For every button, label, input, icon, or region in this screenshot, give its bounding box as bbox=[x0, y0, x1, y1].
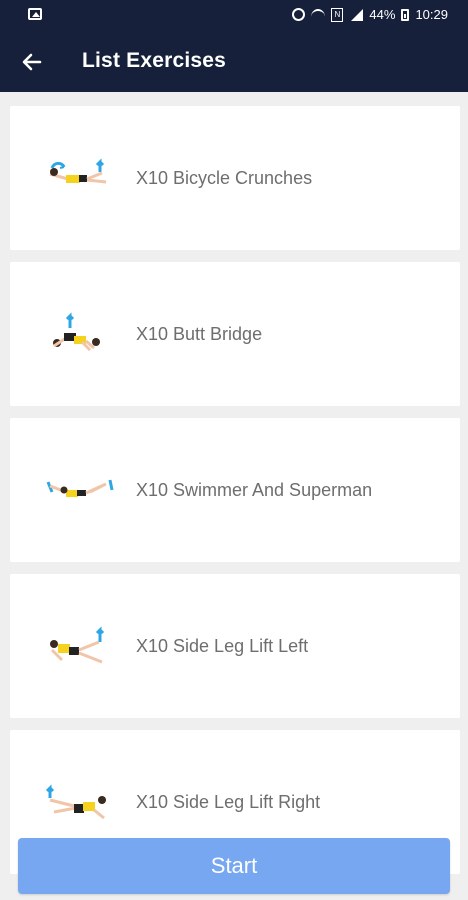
exercise-card-bicycle-crunches[interactable]: X10 Bicycle Crunches bbox=[10, 106, 460, 250]
exercise-label: X10 Side Leg Lift Right bbox=[136, 792, 321, 812]
start-button[interactable]: Start bbox=[18, 838, 450, 894]
wifi-icon bbox=[311, 8, 326, 21]
exercise-card-swimmer-superman[interactable]: X10 Swimmer And Superman bbox=[10, 418, 460, 562]
side-leg-lift-left-illustration bbox=[44, 620, 116, 672]
butt-bridge-illustration bbox=[44, 308, 116, 360]
battery-percent: 44% bbox=[369, 7, 396, 22]
status-icons: N 44% 10:29 bbox=[292, 7, 448, 22]
exercise-label: X10 Butt Bridge bbox=[136, 324, 263, 344]
exercise-card-side-leg-lift-left[interactable]: X10 Side Leg Lift Left bbox=[10, 574, 460, 718]
bicycle-crunches-illustration bbox=[44, 152, 116, 204]
alarm-icon bbox=[292, 8, 306, 21]
back-arrow-icon[interactable] bbox=[20, 50, 44, 74]
clock: 10:29 bbox=[415, 7, 448, 22]
battery-icon bbox=[401, 8, 410, 21]
image-icon bbox=[28, 8, 42, 20]
swimmer-superman-illustration bbox=[44, 464, 116, 516]
side-leg-lift-right-illustration bbox=[44, 776, 116, 828]
exercise-label: X10 Bicycle Crunches bbox=[136, 168, 313, 188]
app-bar: List Exercises bbox=[0, 32, 468, 92]
exercise-card-butt-bridge[interactable]: X10 Butt Bridge bbox=[10, 262, 460, 406]
signal-icon bbox=[349, 8, 364, 21]
exercise-label: X10 Side Leg Lift Left bbox=[136, 636, 309, 656]
exercise-label: X10 Swimmer And Superman bbox=[136, 480, 373, 500]
status-bar: N 44% 10:29 bbox=[0, 0, 468, 32]
nfc-icon: N bbox=[331, 7, 344, 22]
page-title: List Exercises bbox=[82, 49, 227, 72]
